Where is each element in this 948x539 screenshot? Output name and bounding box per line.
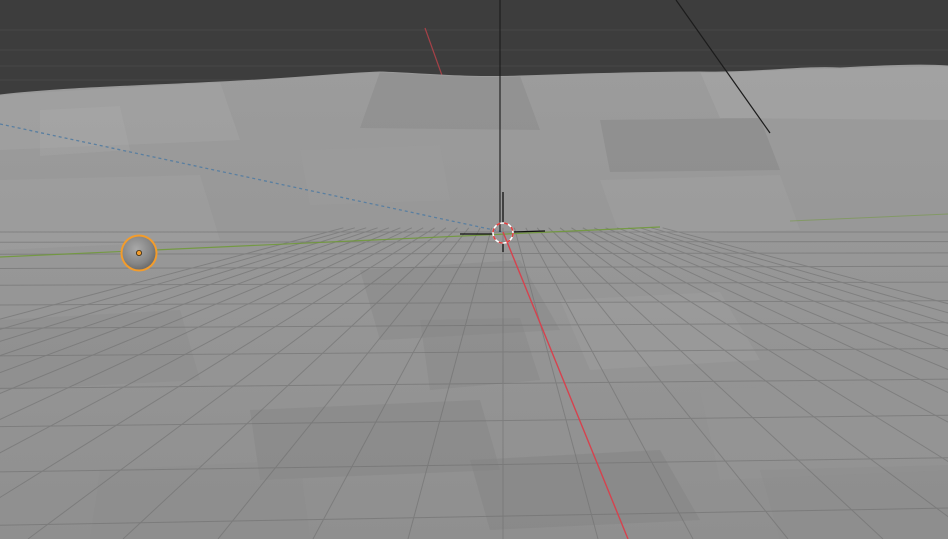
sphere-object[interactable] [120,234,158,272]
viewport-scene[interactable] [0,0,948,539]
3d-viewport[interactable] [0,0,948,539]
object-origin [135,249,142,256]
terrain-mesh[interactable] [0,60,948,539]
